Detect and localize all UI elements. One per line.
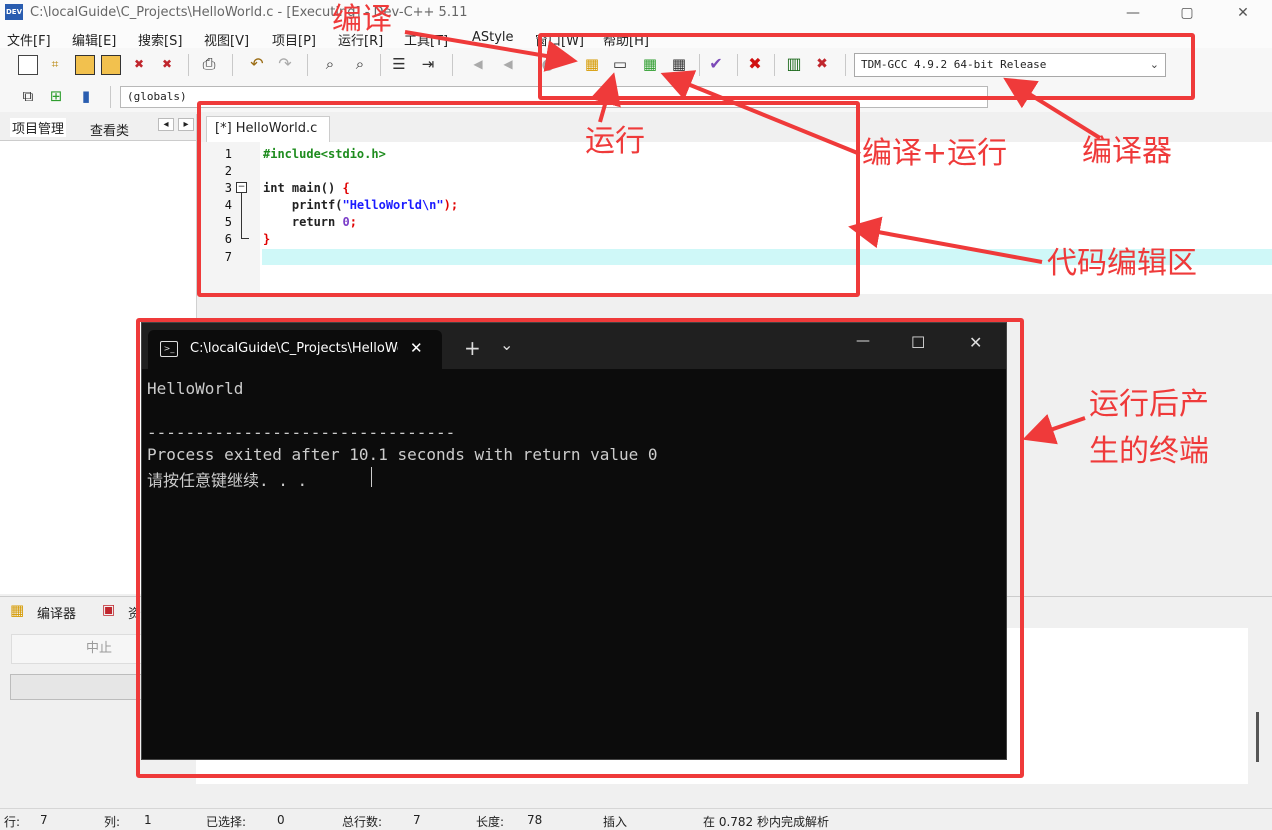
arrow-run: [590, 72, 621, 123]
arrow-terminal: [1022, 414, 1086, 445]
arrow-compile: [404, 30, 578, 72]
arrow-code-area: [848, 216, 1043, 264]
annotation-arrows: [404, 30, 1102, 445]
arrow-compile-run: [660, 70, 861, 156]
arrow-compiler: [1003, 77, 1102, 140]
